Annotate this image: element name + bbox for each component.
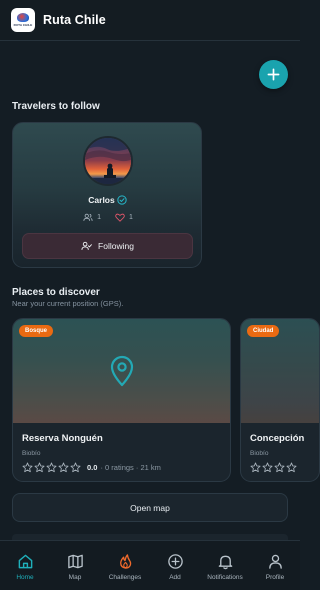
place-tag: Ciudad	[247, 325, 280, 337]
star-icon	[250, 462, 261, 473]
verified-badge-icon	[117, 195, 127, 205]
nav-label-home: Home	[16, 574, 34, 581]
place-name: Reserva Nonguén	[22, 433, 103, 444]
star-icon	[46, 462, 57, 473]
places-section-subtitle: Near your current position (GPS).	[12, 299, 124, 308]
star-icon	[34, 462, 45, 473]
place-card[interactable]: Bosque Reserva Nonguén Biobío 0.0 · 0 ra…	[12, 318, 231, 482]
following-button-label: Following	[98, 241, 134, 251]
places-section-title: Places to discover	[12, 287, 100, 298]
flame-icon	[119, 554, 131, 569]
travelers-section-title: Travelers to follow	[12, 101, 100, 112]
following-button[interactable]: Following	[22, 233, 193, 259]
logo-mark	[17, 13, 29, 22]
rating-stars	[22, 462, 81, 473]
user-check-icon	[81, 241, 92, 250]
star-icon	[22, 462, 33, 473]
bell-icon	[218, 555, 232, 570]
plus-circle-icon	[167, 554, 183, 569]
map-icon	[67, 554, 83, 569]
likes-stat: 1	[115, 213, 133, 222]
traveler-name-row: Carlos	[13, 195, 201, 205]
rating-value: 0.0	[87, 463, 98, 472]
followers-stat: 1	[83, 213, 101, 222]
rating-meta: · 0 ratings · 21 km	[100, 463, 161, 472]
rating-row: 0.0 · 0 ratings · 21 km	[22, 462, 161, 473]
app-header: RUTA CHILE Ruta Chile	[0, 0, 300, 41]
place-region: Biobío	[22, 450, 41, 457]
nav-label-challenges: Challenges	[108, 574, 142, 581]
open-map-button[interactable]: Open map	[12, 493, 288, 522]
place-tag: Bosque	[19, 325, 54, 337]
nav-item-add[interactable]: Add	[150, 553, 200, 581]
avatar[interactable]	[83, 136, 133, 186]
add-fab-button[interactable]	[259, 60, 288, 89]
star-icon	[262, 462, 273, 473]
nav-label-profile: Profile	[265, 574, 285, 581]
followers-count: 1	[97, 214, 101, 221]
star-icon	[58, 462, 69, 473]
home-icon	[18, 554, 32, 569]
traveler-stats: 1 1	[13, 213, 201, 222]
nav-label-map: Map	[68, 574, 82, 581]
star-icon	[70, 462, 81, 473]
users-icon	[83, 213, 93, 221]
bottom-nav: Home Map Challenges Add Notifications Pr…	[0, 540, 300, 590]
user-icon	[268, 554, 282, 569]
avatar-image	[85, 138, 131, 184]
rating-row	[250, 462, 297, 473]
star-icon	[286, 462, 297, 473]
nav-item-map[interactable]: Map	[50, 553, 100, 581]
place-name: Concepción	[250, 433, 305, 444]
heart-icon	[115, 213, 125, 222]
star-icon	[274, 462, 285, 473]
place-card-partial[interactable]: Ciudad Concepción Biobío	[240, 318, 320, 482]
rating-stars	[250, 462, 297, 473]
place-region: Biobío	[250, 450, 269, 457]
app-title: Ruta Chile	[43, 13, 106, 27]
app-logo: RUTA CHILE	[11, 8, 35, 32]
nav-item-home[interactable]: Home	[0, 553, 50, 581]
plus-icon	[267, 68, 280, 81]
logo-text: RUTA CHILE	[13, 23, 33, 27]
likes-count: 1	[129, 214, 133, 221]
map-pin-icon	[110, 355, 134, 387]
nav-label-notifications: Notifications	[207, 574, 243, 581]
nav-item-challenges[interactable]: Challenges	[100, 553, 150, 581]
nav-item-profile[interactable]: Profile	[250, 553, 300, 581]
nav-item-notifications[interactable]: Notifications	[200, 553, 250, 581]
traveler-card[interactable]: Carlos 1 1 Following	[12, 122, 202, 268]
nav-label-add: Add	[169, 574, 181, 581]
